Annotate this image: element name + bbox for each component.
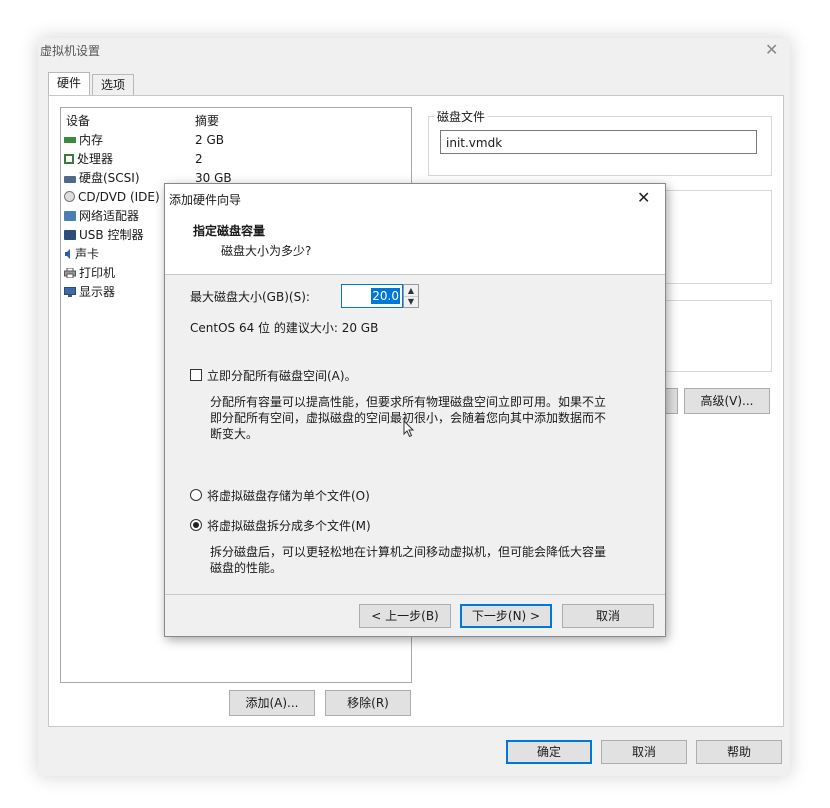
device-row-cpu[interactable]: 处理器 [64, 150, 113, 169]
summary-column-header: 摘要 [195, 114, 220, 128]
disk-file-label: 磁盘文件 [434, 108, 489, 125]
allocate-desc-line-1: 分配所有容量可以提高性能，但要求所有物理磁盘空间立即可用。如果不立 [210, 395, 607, 409]
split-desc-line-1: 拆分磁盘后，可以更轻松地在计算机之间移动虚拟机，但可能会降低大容量 [210, 545, 607, 559]
next-button[interactable]: 下一步(N) > [460, 604, 552, 628]
wizard-footer-divider [165, 594, 665, 595]
device-column-header: 设备 [66, 114, 91, 128]
max-size-value: 20.0 [371, 288, 400, 304]
wizard-header: 指定磁盘容量 磁盘大小为多少? [165, 212, 665, 275]
split-desc-line-2: 磁盘的性能。 [210, 561, 283, 575]
device-name: 声卡 [75, 247, 100, 261]
tab-hardware[interactable]: 硬件 [48, 72, 91, 95]
multi-file-label[interactable]: 将虚拟磁盘拆分成多个文件(M) [207, 517, 371, 534]
advanced-button[interactable]: 高级(V)... [684, 388, 770, 414]
device-name: 网络适配器 [79, 209, 140, 223]
max-size-spinner[interactable]: ▲ ▼ [403, 284, 419, 308]
ok-button[interactable]: 确定 [506, 740, 592, 764]
help-button[interactable]: 帮助 [696, 740, 782, 764]
hard-disk-icon [64, 176, 76, 183]
mouse-cursor-icon [403, 419, 415, 442]
sound-icon [64, 246, 72, 259]
tab-options[interactable]: 选项 [92, 74, 135, 95]
device-name: 硬盘(SCSI) [79, 171, 140, 185]
device-row-printer[interactable]: 打印机 [64, 264, 115, 283]
wizard-subheading: 磁盘大小为多少? [221, 244, 312, 258]
back-button[interactable]: < 上一步(B) [359, 604, 451, 628]
single-file-radio[interactable] [190, 489, 202, 501]
allocate-all-label[interactable]: 立即分配所有磁盘空间(A)。 [207, 367, 357, 384]
device-row-cd-dvd[interactable]: CD/DVD (IDE) [64, 188, 160, 207]
spin-down-icon[interactable]: ▼ [404, 296, 418, 307]
cancel-button[interactable]: 取消 [601, 740, 687, 764]
cpu-icon [64, 154, 74, 164]
device-row-monitor[interactable]: 显示器 [64, 283, 115, 302]
window-title: 虚拟机设置 [40, 44, 101, 58]
disk-file-input[interactable]: init.vmdk [440, 130, 757, 154]
window-close-icon[interactable]: ✕ [765, 40, 778, 59]
device-row-hard-disk[interactable]: 硬盘(SCSI) [64, 169, 140, 188]
device-name: 处理器 [77, 152, 114, 166]
device-name: CD/DVD (IDE) [78, 190, 160, 204]
device-name: 打印机 [79, 266, 116, 280]
device-row-sound[interactable]: 声卡 [64, 245, 99, 264]
device-name: 内存 [79, 133, 104, 147]
wizard-title: 添加硬件向导 [169, 193, 242, 207]
recommended-size-text: CentOS 64 位 的建议大小: 20 GB [190, 321, 379, 335]
printer-icon [64, 265, 76, 279]
partial-button[interactable] [664, 388, 678, 414]
device-name: 显示器 [79, 285, 116, 299]
add-hardware-wizard: 添加硬件向导 ✕ 指定磁盘容量 磁盘大小为多少? 最大磁盘大小(GB)(S): … [164, 183, 666, 637]
device-summary: 2 [195, 152, 203, 166]
multi-file-radio[interactable] [190, 519, 202, 531]
max-size-input[interactable]: 20.0 [341, 284, 403, 308]
allocate-all-checkbox[interactable] [190, 369, 202, 381]
cd-icon [64, 191, 75, 202]
wizard-close-icon[interactable]: ✕ [637, 188, 650, 207]
single-file-label[interactable]: 将虚拟磁盘存储为单个文件(O) [207, 487, 370, 504]
device-name: USB 控制器 [79, 228, 144, 242]
max-size-label: 最大磁盘大小(GB)(S): [190, 290, 310, 304]
usb-icon [64, 230, 76, 240]
device-row-memory[interactable]: 内存 [64, 131, 103, 150]
memory-icon [64, 137, 76, 143]
wizard-heading: 指定磁盘容量 [193, 224, 266, 238]
device-summary: 2 GB [195, 133, 224, 147]
allocate-desc-line-3: 断变大。 [210, 427, 259, 441]
device-row-usb[interactable]: USB 控制器 [64, 226, 143, 245]
monitor-icon [64, 284, 76, 297]
wizard-cancel-button[interactable]: 取消 [562, 604, 654, 628]
device-row-network[interactable]: 网络适配器 [64, 207, 139, 226]
remove-device-button[interactable]: 移除(R) [325, 690, 411, 716]
add-device-button[interactable]: 添加(A)... [229, 690, 315, 716]
network-icon [64, 211, 76, 221]
